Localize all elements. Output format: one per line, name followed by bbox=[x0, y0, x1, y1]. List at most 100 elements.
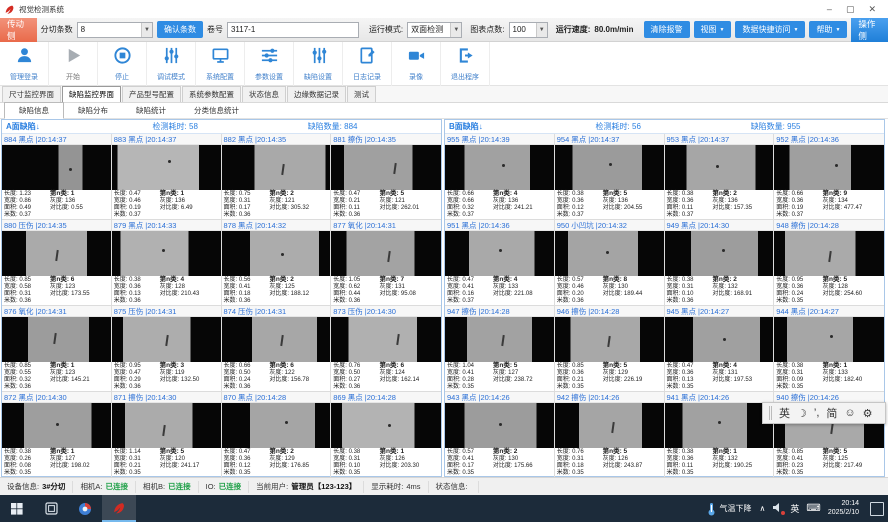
toolbar-button-3[interactable]: 停止 bbox=[98, 42, 147, 86]
taskbar-app-inspection-system[interactable] bbox=[102, 495, 136, 522]
defect-image[interactable] bbox=[112, 403, 221, 448]
defect-cell[interactable]: 882黑点|20:14:35长度: 0.75宽度: 0.31面积: 0.17米数… bbox=[222, 134, 332, 220]
defect-cell[interactable]: 953黑点|20:14:37长度: 0.38宽度: 0.36面积: 0.11米数… bbox=[665, 134, 775, 220]
roll-number-input[interactable] bbox=[227, 22, 359, 38]
main-tab-2[interactable]: 缺陷监控界面 bbox=[62, 86, 121, 102]
defect-image[interactable] bbox=[445, 145, 554, 190]
defect-cell[interactable]: 871擦伤|20:14:30长度: 1.14宽度: 0.31面积: 0.21米数… bbox=[112, 392, 222, 478]
defect-image[interactable] bbox=[112, 145, 221, 190]
toolbar-button-1[interactable]: 管理登录 bbox=[0, 42, 49, 86]
volume-icon[interactable] bbox=[772, 502, 783, 515]
defect-cell[interactable]: 941黑点|20:14:26长度: 0.38宽度: 0.36面积: 0.11米数… bbox=[665, 392, 775, 478]
close-button[interactable]: ✕ bbox=[868, 0, 876, 18]
ime-emoji-icon[interactable]: ☺ bbox=[844, 407, 855, 419]
defect-image[interactable] bbox=[665, 145, 774, 190]
start-button[interactable] bbox=[0, 495, 34, 522]
defect-cell[interactable]: 951黑点|20:14:36长度: 0.47宽度: 0.41面积: 0.16米数… bbox=[445, 220, 555, 306]
main-tab-5[interactable]: 状态信息 bbox=[242, 86, 286, 102]
main-tab-6[interactable]: 边缘数据记录 bbox=[287, 86, 346, 102]
defect-cell[interactable]: 945黑点|20:14:27长度: 0.47宽度: 0.36面积: 0.13米数… bbox=[665, 306, 775, 392]
main-tab-7[interactable]: 测试 bbox=[347, 86, 376, 102]
minimize-button[interactable]: – bbox=[827, 0, 832, 18]
toolbar-button-9[interactable]: 录像 bbox=[392, 42, 441, 86]
toolbar-button-10[interactable]: 退出程序 bbox=[441, 42, 490, 86]
defect-image[interactable] bbox=[112, 317, 221, 362]
defect-image[interactable] bbox=[331, 403, 441, 448]
ime-simplified-mode[interactable]: 简 bbox=[826, 405, 837, 421]
defect-image[interactable] bbox=[555, 403, 664, 448]
defect-image[interactable] bbox=[222, 317, 331, 362]
defect-image[interactable] bbox=[331, 231, 441, 276]
sub-tab-4[interactable]: 分类信息统计 bbox=[180, 103, 253, 118]
defect-cell[interactable]: 947擦伤|20:14:28长度: 1.04宽度: 0.41面积: 0.28米数… bbox=[445, 306, 555, 392]
defect-cell[interactable]: 880压伤|20:14:35长度: 0.85宽度: 0.58面积: 0.31米数… bbox=[2, 220, 112, 306]
defect-cell[interactable]: 874压伤|20:14:31长度: 0.66宽度: 0.50面积: 0.24米数… bbox=[222, 306, 332, 392]
defect-cell[interactable]: 870黑点|20:14:28长度: 0.47宽度: 0.36面积: 0.12米数… bbox=[222, 392, 332, 478]
defect-image[interactable] bbox=[2, 145, 111, 190]
toolbar-button-7[interactable]: 缺陷设置 bbox=[294, 42, 343, 86]
confirm-count-button[interactable]: 确认条数 bbox=[157, 21, 203, 38]
sub-tab-3[interactable]: 缺陷统计 bbox=[122, 103, 180, 118]
defect-cell[interactable]: 884黑点|20:14:37长度: 1.23宽度: 0.86面积: 0.49米数… bbox=[2, 134, 112, 220]
sub-tab-2[interactable]: 缺陷分布 bbox=[64, 103, 122, 118]
drive-side-button[interactable]: 传动侧 bbox=[0, 18, 37, 42]
view-menu-button[interactable]: 视图▼ bbox=[694, 21, 732, 38]
defect-image[interactable] bbox=[445, 231, 554, 276]
defect-image[interactable] bbox=[555, 145, 664, 190]
defect-cell[interactable]: 955黑点|20:14:39长度: 0.66宽度: 0.66面积: 0.32米数… bbox=[445, 134, 555, 220]
defect-cell[interactable]: 952黑点|20:14:36长度: 0.66宽度: 0.36面积: 0.19米数… bbox=[774, 134, 884, 220]
ime-language-bar[interactable]: 英 ☽ ’, 简 ☺ ⚙ bbox=[762, 402, 886, 424]
defect-image[interactable] bbox=[222, 231, 331, 276]
toolbar-button-5[interactable]: 系统配置 bbox=[196, 42, 245, 86]
maximize-button[interactable]: ▢ bbox=[846, 0, 855, 18]
ime-english-mode[interactable]: 英 bbox=[779, 405, 790, 421]
help-menu-button[interactable]: 帮助▼ bbox=[809, 21, 847, 38]
defect-image[interactable] bbox=[222, 145, 331, 190]
defect-cell[interactable]: 877氧化|20:14:31长度: 1.05宽度: 0.62面积: 0.44米数… bbox=[331, 220, 441, 306]
ime-halfwidth-icon[interactable]: ☽ bbox=[797, 407, 807, 420]
ime-punctuation-icon[interactable]: ’, bbox=[814, 407, 820, 419]
defect-cell[interactable]: 943黑点|20:14:26长度: 0.57宽度: 0.41面积: 0.17米数… bbox=[445, 392, 555, 478]
defect-cell[interactable]: 876氧化|20:14:31长度: 0.85宽度: 0.55面积: 0.32米数… bbox=[2, 306, 112, 392]
taskbar-weather[interactable]: 气温下降 bbox=[707, 502, 752, 516]
sub-tab-1[interactable]: 缺陷信息 bbox=[4, 102, 64, 119]
defect-image[interactable] bbox=[665, 231, 774, 276]
defect-cell[interactable]: 946擦伤|20:14:28长度: 0.85宽度: 0.36面积: 0.21米数… bbox=[555, 306, 665, 392]
defect-cell[interactable]: 873压伤|20:14:30长度: 0.76宽度: 0.50面积: 0.27米数… bbox=[331, 306, 441, 392]
tray-expand-caret[interactable]: ∧ bbox=[760, 504, 766, 513]
run-mode-select[interactable]: 双面检测 ▼ bbox=[407, 22, 462, 38]
defect-cell[interactable]: 878黑点|20:14:32长度: 0.56宽度: 0.41面积: 0.18米数… bbox=[222, 220, 332, 306]
defect-cell[interactable]: 869黑点|20:14:28长度: 0.38宽度: 0.31面积: 0.10米数… bbox=[331, 392, 441, 478]
defect-cell[interactable]: 944黑点|20:14:27长度: 0.38宽度: 0.31面积: 0.09米数… bbox=[774, 306, 884, 392]
defect-image[interactable] bbox=[774, 145, 884, 190]
chart-points-select[interactable]: 100 ▼ bbox=[509, 22, 548, 38]
defect-image[interactable] bbox=[331, 317, 441, 362]
defect-cell[interactable]: 881擦伤|20:14:35长度: 0.47宽度: 0.21面积: 0.11米数… bbox=[331, 134, 441, 220]
defect-image[interactable] bbox=[665, 403, 774, 448]
defect-image[interactable] bbox=[665, 317, 774, 362]
defect-cell[interactable]: 950小凹坑|20:14:32长度: 0.57宽度: 0.46面积: 0.20米… bbox=[555, 220, 665, 306]
defect-cell[interactable]: 942擦伤|20:14:26长度: 0.76宽度: 0.31面积: 0.18米数… bbox=[555, 392, 665, 478]
task-view-button[interactable] bbox=[34, 495, 68, 522]
defect-image[interactable] bbox=[555, 231, 664, 276]
defect-image[interactable] bbox=[112, 231, 221, 276]
defect-image[interactable] bbox=[2, 403, 111, 448]
defect-cell[interactable]: 879黑点|20:14:33长度: 0.38宽度: 0.36面积: 0.13米数… bbox=[112, 220, 222, 306]
ime-mode-indicator[interactable]: 英 bbox=[790, 502, 799, 515]
chevron-down-icon[interactable]: ▼ bbox=[536, 23, 547, 37]
clear-alarm-button[interactable]: 清除报警 bbox=[644, 21, 690, 38]
defect-image[interactable] bbox=[222, 403, 331, 448]
main-tab-1[interactable]: 尺寸监控界面 bbox=[2, 86, 61, 102]
defect-cell[interactable]: 949黑点|20:14:30长度: 0.38宽度: 0.31面积: 0.10米数… bbox=[665, 220, 775, 306]
defect-cell[interactable]: 948擦伤|20:14:28长度: 0.95宽度: 0.36面积: 0.24米数… bbox=[774, 220, 884, 306]
ime-grip-handle[interactable] bbox=[769, 406, 772, 420]
defect-cell[interactable]: 872黑点|20:14:30长度: 0.38宽度: 0.26面积: 0.08米数… bbox=[2, 392, 112, 478]
ime-settings-gear-icon[interactable]: ⚙ bbox=[863, 407, 873, 420]
action-center-icon[interactable] bbox=[870, 502, 884, 516]
defect-cell[interactable]: 875压伤|20:14:31长度: 0.95宽度: 0.47面积: 0.29米数… bbox=[112, 306, 222, 392]
defect-image[interactable] bbox=[331, 145, 441, 190]
chevron-down-icon[interactable]: ▼ bbox=[450, 23, 461, 37]
toolbar-button-4[interactable]: 调试模式 bbox=[147, 42, 196, 86]
defect-image[interactable] bbox=[774, 317, 884, 362]
operator-side-button[interactable]: 操作侧 bbox=[851, 18, 888, 42]
